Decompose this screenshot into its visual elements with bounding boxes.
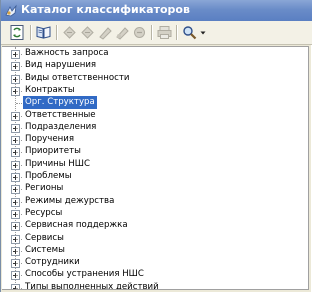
add-button[interactable] <box>61 24 78 41</box>
tree-item-label: Ресурсы <box>25 207 63 218</box>
tree-item-label: Типы выполненных действий <box>25 281 159 290</box>
tree-item[interactable]: Поручения <box>2 134 302 146</box>
undo-icon <box>134 27 145 38</box>
tree-connector <box>16 201 22 203</box>
tree-item-label: Системы <box>25 244 65 255</box>
tree-item-label: Поручения <box>25 134 74 145</box>
tree-connector <box>16 66 22 68</box>
tree-item-label: Вид нарушения <box>25 60 97 71</box>
toolbar-separator <box>151 25 153 40</box>
tree-connector <box>16 287 22 289</box>
printer-icon <box>157 26 172 39</box>
catalog-icon <box>4 3 18 17</box>
chevron-down-icon <box>200 31 206 35</box>
tree-item[interactable]: Подразделения <box>2 122 302 134</box>
tree-item[interactable]: Сотрудники <box>2 257 302 269</box>
undo-button[interactable] <box>131 24 148 41</box>
copy-icon <box>99 27 112 40</box>
tree-item-label: Важность запроса <box>25 48 109 58</box>
tree-item[interactable]: Ответственные <box>2 110 302 122</box>
tree-connector <box>16 177 22 178</box>
delete-button[interactable] <box>114 24 131 41</box>
print-button[interactable] <box>156 24 173 41</box>
tree-item[interactable]: Ресурсы <box>2 208 302 220</box>
tree-connector <box>16 275 22 277</box>
title-bar[interactable]: Каталог классификаторов <box>1 0 312 21</box>
tree-connector <box>16 226 22 228</box>
tree-item[interactable]: Проблемы <box>2 171 302 183</box>
tree-item[interactable]: Режимы дежурства <box>2 196 302 208</box>
search-icon <box>183 26 197 40</box>
tree-item-label: Сервисная поддержка <box>25 220 128 231</box>
tree-item-label: Режимы дежурства <box>25 195 115 206</box>
edit-icon <box>81 26 94 39</box>
tree-item-label: Способы устранения НШС <box>25 269 144 280</box>
tree-connector <box>16 263 22 265</box>
tree-connector <box>16 115 22 117</box>
tree-connector <box>16 189 22 191</box>
tree-item[interactable]: Способы устранения НШС <box>2 269 302 281</box>
catalog-window: Каталог классификаторов Важность запроса… <box>0 0 312 292</box>
copy-button[interactable] <box>97 24 114 41</box>
tree-item-label: Виды ответственности <box>25 72 130 83</box>
toolbar-separator <box>176 25 178 40</box>
tree-item-label: Сотрудники <box>25 257 80 268</box>
tree-item[interactable]: Системы <box>2 245 302 257</box>
tree-item[interactable]: Контракты <box>2 85 302 97</box>
tree-item-label: Орг. Структура <box>23 96 97 110</box>
delete-icon <box>116 27 129 40</box>
tree-item[interactable]: Регионы <box>2 183 302 195</box>
tree-item[interactable]: Сервисная поддержка <box>2 220 302 232</box>
toolbar-separator <box>56 25 58 40</box>
edit-button[interactable] <box>79 24 96 41</box>
tree-item-label: Контракты <box>25 84 75 95</box>
tree-item-label: Сервисы <box>25 232 64 243</box>
classifier-tree[interactable]: Важность запроса Вид нарушения Виды ответс… <box>2 46 309 290</box>
search-dropdown[interactable] <box>199 24 207 41</box>
toolbar <box>1 21 312 45</box>
tree-connector <box>16 164 22 166</box>
tree-item[interactable]: Сервисы <box>2 233 302 245</box>
tree-item-label: Причины НШС <box>25 158 90 169</box>
tree-item[interactable]: Приоритеты <box>2 146 302 158</box>
tree-item[interactable]: Важность запроса <box>2 48 302 60</box>
refresh-button[interactable] <box>9 24 26 41</box>
tree-connector <box>16 238 22 240</box>
tree-connector <box>16 250 22 252</box>
tree-item-selected[interactable]: Орг. Структура <box>2 96 302 110</box>
search-button[interactable] <box>181 24 198 41</box>
tree-item-label: Ответственные <box>25 109 96 120</box>
tree-item[interactable]: Причины НШС <box>2 159 302 171</box>
tree-item-label: Регионы <box>25 183 64 194</box>
window-title: Каталог классификаторов <box>21 3 190 16</box>
tree-connector <box>16 213 22 215</box>
tree-item[interactable]: Виды ответственности <box>2 73 302 85</box>
tree-connector <box>16 54 22 55</box>
open-button[interactable] <box>35 24 52 41</box>
add-icon <box>63 26 76 39</box>
toolbar-separator <box>30 25 32 40</box>
tree-item-label: Проблемы <box>25 171 72 181</box>
tree-connector <box>16 127 22 129</box>
refresh-icon <box>10 25 24 40</box>
tree-connector <box>16 103 22 105</box>
tree-connector <box>16 152 22 154</box>
tree-item-label: Приоритеты <box>25 146 81 157</box>
tree-connector <box>16 78 22 80</box>
book-icon <box>36 26 51 39</box>
tree-item[interactable]: Типы выполненных действий <box>2 281 302 290</box>
tree-item[interactable]: Вид нарушения <box>2 60 302 72</box>
tree-connector <box>16 90 22 92</box>
tree-item-label: Подразделения <box>25 121 97 132</box>
tree-connector <box>16 140 22 142</box>
